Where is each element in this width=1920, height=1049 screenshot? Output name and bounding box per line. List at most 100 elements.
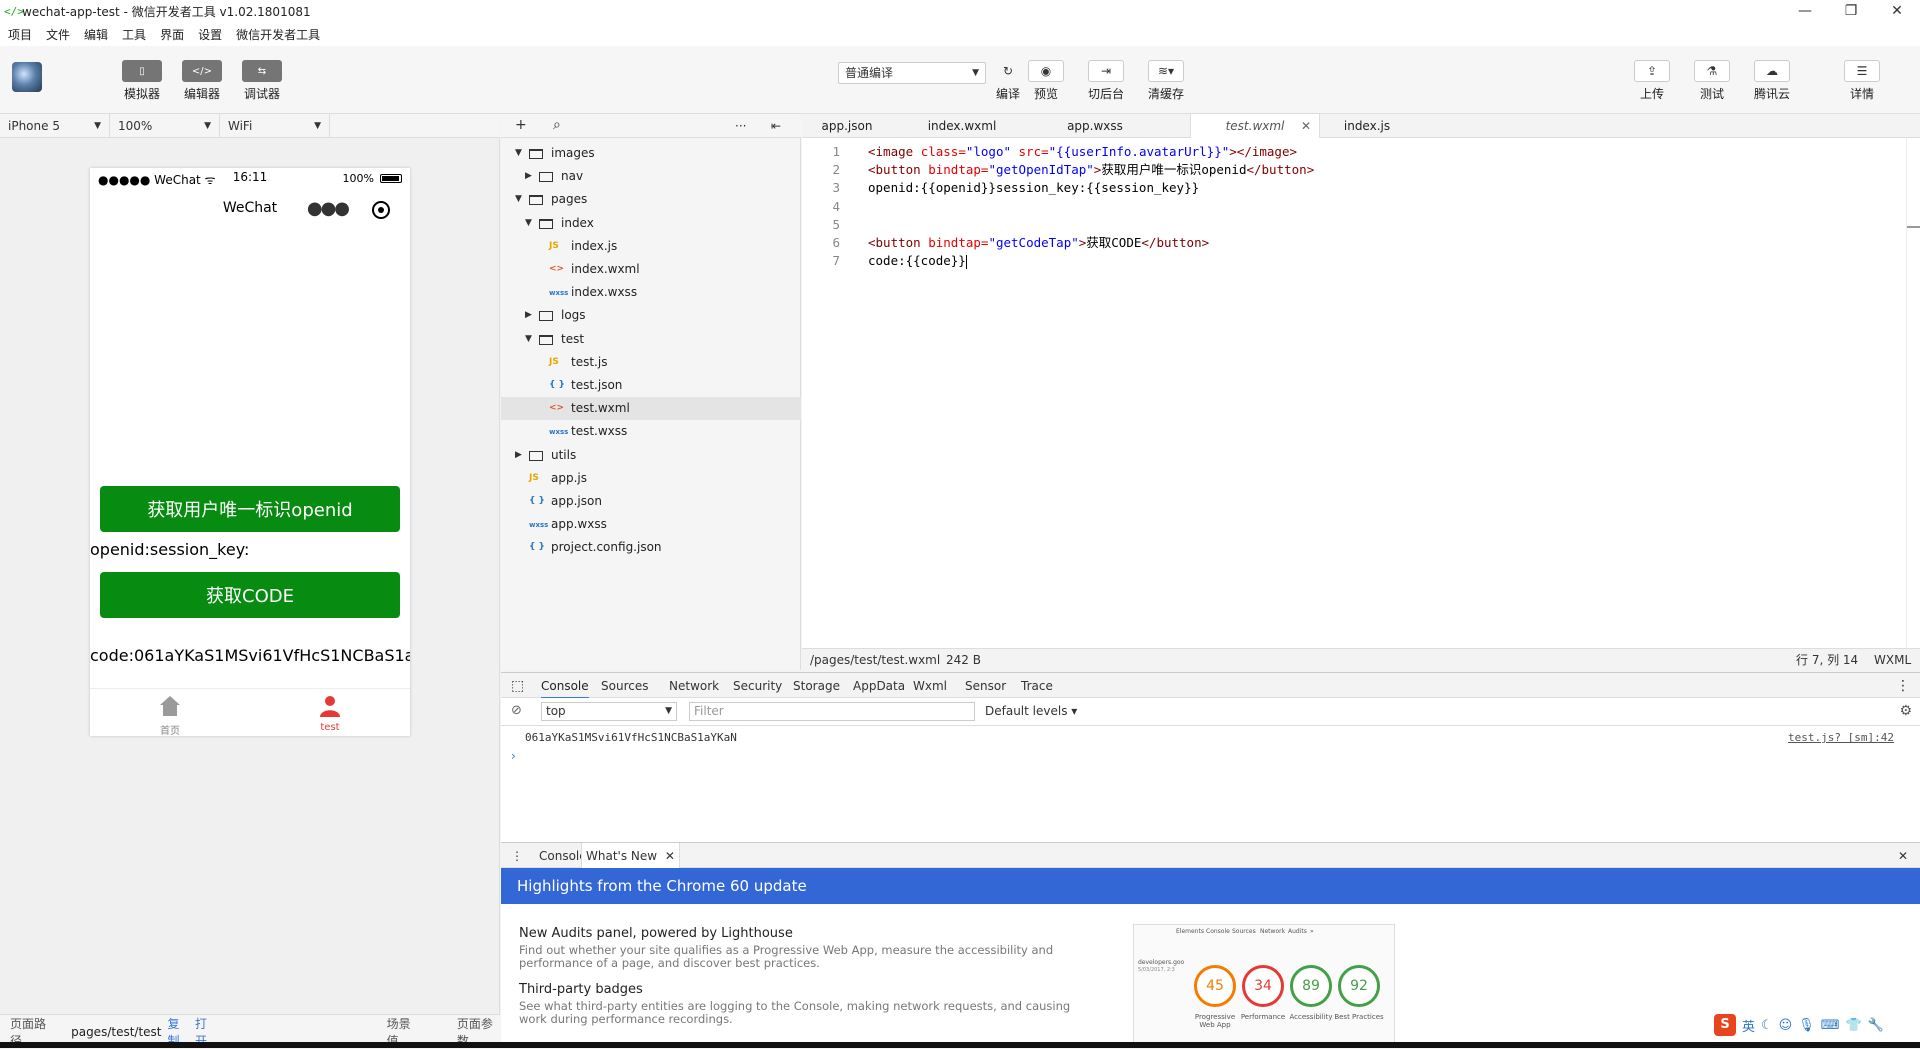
tree-item[interactable]: { }test.json [501, 374, 801, 397]
devtools-tab-console[interactable]: Console [541, 673, 589, 699]
clear-cache-button[interactable]: ≋▾ 清缓存 [1136, 60, 1196, 102]
moon-icon[interactable]: ☾ [1761, 1018, 1773, 1033]
editor-tab[interactable]: app.json [802, 114, 892, 138]
chevron-down-icon[interactable]: ▼ [525, 212, 532, 235]
get-openid-button[interactable]: 获取用户唯一标识openid [100, 486, 400, 532]
menu-settings[interactable]: 设置 [198, 26, 222, 43]
close-icon[interactable]: ✕ [665, 849, 675, 863]
whatsnew-item-title[interactable]: Third-party badges [519, 982, 643, 997]
tree-item[interactable]: ▶nav [501, 165, 801, 188]
menu-file[interactable]: 文件 [46, 26, 70, 43]
user-avatar[interactable] [12, 62, 42, 92]
devtools-tab-security[interactable]: Security [733, 673, 782, 699]
drawer-tab-console[interactable]: Console [539, 843, 587, 869]
filter-input[interactable]: Filter [689, 702, 975, 721]
tree-item[interactable]: wxssindex.wxss [501, 281, 801, 304]
language-mode[interactable]: WXML [1874, 649, 1911, 671]
chevron-right-icon[interactable]: ▶ [525, 304, 532, 327]
clear-console-icon[interactable]: ⊘ [511, 703, 522, 718]
menu-edit[interactable]: 编辑 [84, 26, 108, 43]
editor-tab[interactable]: index.js [1322, 114, 1412, 138]
tree-item[interactable]: ▶logs [501, 304, 801, 327]
drawer-tab-whatsnew[interactable]: What's New ✕ [581, 843, 680, 869]
search-icon[interactable]: ⌕ [553, 117, 561, 133]
audits-thumbnail[interactable]: ElementsConsoleSourcesNetworkAudits»deve… [1133, 924, 1395, 1048]
tree-item[interactable]: JSapp.js [501, 467, 801, 490]
device-select[interactable]: iPhone 5 ▼ [0, 114, 110, 138]
devtools-tab-network[interactable]: Network [669, 673, 719, 699]
levels-select[interactable]: Default levels ▾ [985, 704, 1077, 718]
context-select[interactable]: top ▼ [541, 702, 677, 721]
tree-item[interactable]: <>test.wxml [501, 397, 801, 420]
chevron-down-icon[interactable]: ▼ [525, 328, 532, 351]
cursor-position[interactable]: 行 7, 列 14 [1796, 649, 1858, 671]
close-icon[interactable]: ✕ [1301, 114, 1311, 138]
menu-tools[interactable]: 工具 [122, 26, 146, 43]
editor-scrollbar[interactable] [1906, 138, 1920, 648]
compile-mode-select[interactable]: 普通编译 ▼ [838, 62, 986, 84]
simulator-toggle[interactable]: ▯ 模拟器 [112, 60, 172, 102]
tree-item[interactable]: { }app.json [501, 490, 801, 513]
devtools-tab-wxml[interactable]: Wxml [913, 673, 947, 699]
get-code-button[interactable]: 获取CODE [100, 572, 400, 618]
editor-toggle[interactable]: </> 编辑器 [172, 60, 232, 102]
add-file-icon[interactable]: + [515, 117, 527, 133]
whatsnew-item-title[interactable]: New Audits panel, powered by Lighthouse [519, 926, 793, 941]
chevron-right-icon[interactable]: ▶ [525, 165, 532, 188]
editor-tab[interactable]: app.wxss [1040, 114, 1150, 138]
upload-button[interactable]: ⇪ 上传 [1622, 60, 1682, 102]
collapse-icon[interactable]: ⇤ [771, 119, 781, 133]
tree-item[interactable]: ▼pages [501, 188, 801, 211]
details-button[interactable]: ☰ 详情 [1832, 60, 1892, 102]
drawer-menu-icon[interactable]: ⋮ [511, 843, 523, 869]
test-button[interactable]: ⚗ 测试 [1682, 60, 1742, 102]
chevron-right-icon[interactable]: ▶ [515, 444, 522, 467]
drawer-close-icon[interactable]: ✕ [1898, 843, 1908, 869]
more-icon[interactable]: ··· [735, 119, 746, 133]
tree-item[interactable]: ▼test [501, 328, 801, 351]
maximize-button[interactable]: ❐ [1828, 0, 1874, 22]
tab-home[interactable]: 首页 [90, 689, 250, 736]
debugger-toggle[interactable]: ⇆ 调试器 [232, 60, 292, 102]
console-prompt[interactable]: › [511, 749, 516, 763]
editor-tab[interactable]: test.wxml✕ [1190, 114, 1320, 138]
ime-lang[interactable]: 英 [1742, 1016, 1755, 1035]
tree-item[interactable]: JSindex.js [501, 235, 801, 258]
menu-devtools[interactable]: 微信开发者工具 [236, 26, 320, 43]
menu-project[interactable]: 项目 [8, 26, 32, 43]
menu-view[interactable]: 界面 [160, 26, 184, 43]
devtools-menu-icon[interactable]: ⋮ [1896, 673, 1910, 699]
zoom-select[interactable]: 100% ▼ [110, 114, 220, 138]
mic-icon[interactable]: 🎙 [1798, 1018, 1815, 1033]
network-select[interactable]: WiFi ▼ [220, 114, 330, 138]
tree-item[interactable]: ▼images [501, 142, 801, 165]
keyboard-icon[interactable]: ⌨ [1821, 1018, 1840, 1033]
close-button[interactable]: ✕ [1874, 0, 1920, 22]
tab-test[interactable]: test [250, 689, 410, 736]
editor-tab[interactable]: index.wxml [902, 114, 1022, 138]
devtools-tab-appdata[interactable]: AppData [853, 673, 905, 699]
inspect-icon[interactable]: ⬚ [511, 673, 524, 699]
chevron-down-icon[interactable]: ▼ [515, 188, 522, 211]
devtools-tab-storage[interactable]: Storage [793, 673, 840, 699]
preview-button[interactable]: ◉ 预览 [1016, 60, 1076, 102]
devtools-tab-sensor[interactable]: Sensor [965, 673, 1006, 699]
devtools-tab-trace[interactable]: Trace [1021, 673, 1053, 699]
tree-item[interactable]: wxsstest.wxss [501, 420, 801, 443]
gear-icon[interactable]: ⚙ [1899, 703, 1912, 719]
wrench-icon[interactable]: 🔧 [1868, 1018, 1884, 1033]
code-editor[interactable]: 1<image class="logo" src="{{userInfo.ava… [802, 138, 1920, 648]
tree-item[interactable]: { }project.config.json [501, 536, 801, 559]
tree-item[interactable]: ▶utils [501, 444, 801, 467]
tree-item[interactable]: wxssapp.wxss [501, 513, 801, 536]
tree-item[interactable]: <>index.wxml [501, 258, 801, 281]
capsule-close-icon[interactable] [372, 201, 390, 219]
log-source-link[interactable]: test.js? [sm]:42 [1788, 731, 1894, 744]
tree-item[interactable]: ▼index [501, 212, 801, 235]
chevron-down-icon[interactable]: ▼ [515, 142, 522, 165]
tree-item[interactable]: JStest.js [501, 351, 801, 374]
more-dots-icon[interactable]: ●●● [307, 198, 348, 219]
skin-icon[interactable]: 👕 [1846, 1018, 1862, 1033]
sogou-logo[interactable]: S [1714, 1014, 1736, 1036]
emoji-icon[interactable]: ☺ [1779, 1018, 1793, 1033]
